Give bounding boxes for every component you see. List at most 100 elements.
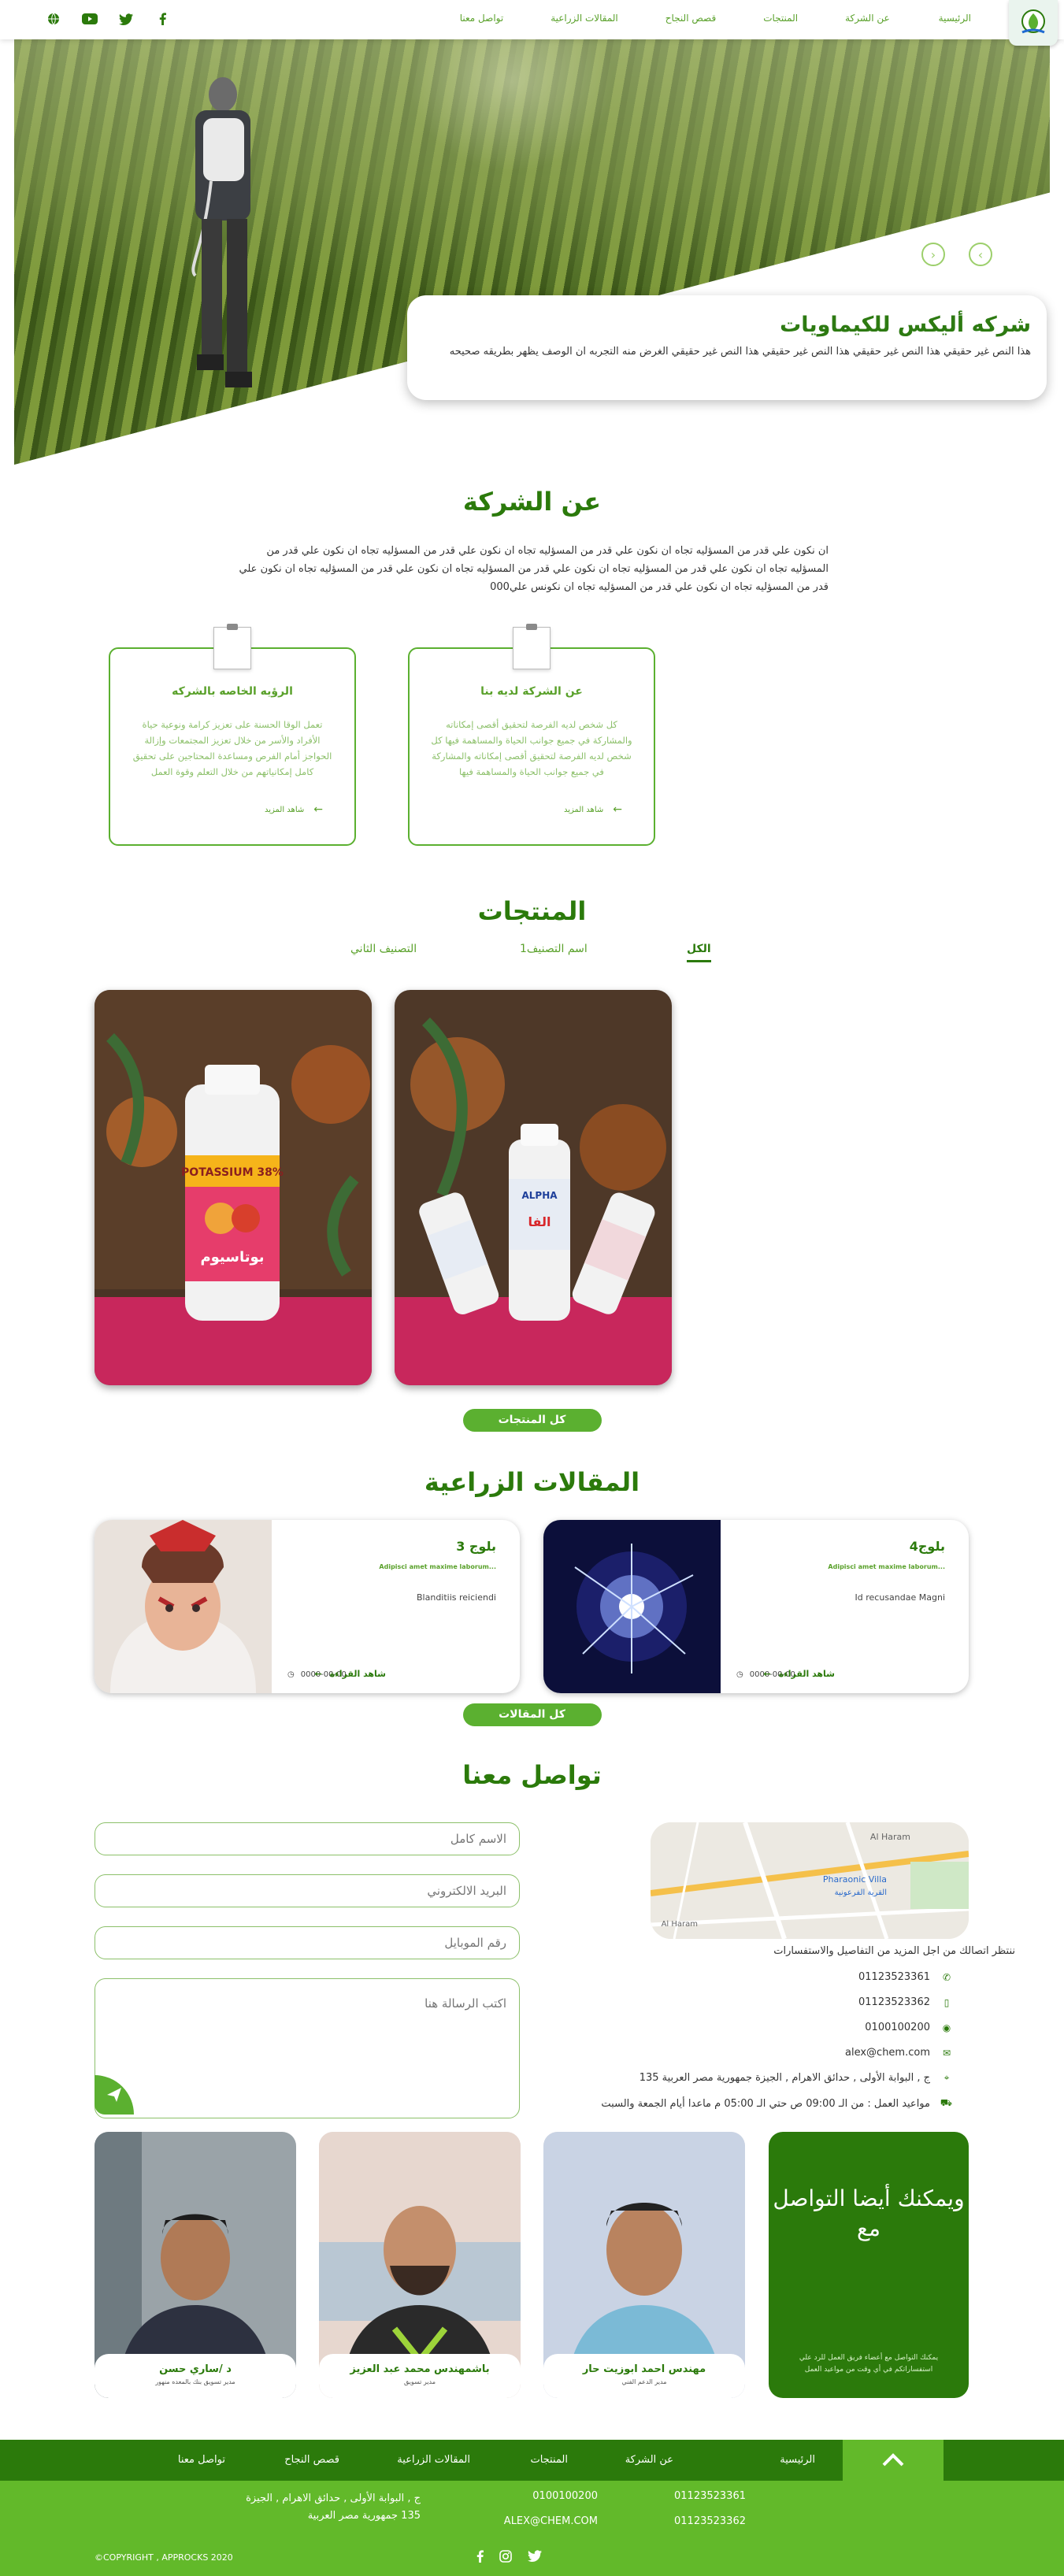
about-card: عن الشركة لديه بنا كل شخص لديه الفرصة لت…	[408, 624, 655, 846]
all-products-button[interactable]: كل المنتجات	[462, 1409, 602, 1432]
email-line: ✉ alex@chem.com	[845, 2047, 952, 2059]
blog-image-energy	[543, 1520, 721, 1693]
main-nav: الرئيسية عن الشركة المنتجات قصص النجاح ا…	[460, 11, 971, 25]
arrow-left-icon: ←	[613, 803, 622, 816]
member-role: مدير تسويق	[403, 2378, 436, 2385]
top-navbar: الرئيسية عن الشركة المنتجات قصص النجاح ا…	[0, 0, 1064, 46]
map-label: Pharaonic Villa	[823, 1874, 887, 1885]
arrow-left-icon: ←	[763, 1669, 771, 1679]
vision-card-text: تعمل الوقا الحسنة على تعزيز كرامة ونوعية…	[132, 719, 332, 777]
tab-all[interactable]: الكل	[687, 943, 711, 962]
nav-products[interactable]: المنتجات	[763, 11, 798, 25]
about-more-label: شاهد المزيد	[563, 805, 604, 814]
phone-line-1: ✆ 01123523361	[858, 1971, 952, 1983]
team-member-card[interactable]: مهندس احمد ابوزيت حار مدير الدعم الفني	[543, 2132, 745, 2398]
tab-category-1[interactable]: اسم التصنيف1	[520, 943, 588, 960]
nav-success-stories[interactable]: قصص النجاح	[665, 11, 716, 25]
about-more-link[interactable]: ← شاهد المزيد	[564, 803, 622, 816]
hero-farmer-figure	[191, 77, 252, 387]
twitter-icon[interactable]	[528, 2550, 542, 2566]
facebook-icon[interactable]	[476, 2550, 484, 2566]
arrow-left-icon: ←	[313, 803, 323, 816]
vision-card: الرؤيه الخاصه بالشركه تعمل الوقا الحسنة …	[109, 624, 356, 846]
footer-phone-2[interactable]: 01123523362	[674, 2515, 746, 2527]
hero-text: هذا النص غير حقيقي هذا النص غير حقيقي هذ…	[449, 346, 1031, 358]
blog-card[interactable]: بلوج4 Adipisci amet maxime laborum... Id…	[543, 1520, 969, 1693]
youtube-icon[interactable]	[82, 11, 98, 27]
clipboard-icon	[213, 624, 251, 669]
product-label-en: POTASSIUM 38%	[181, 1166, 284, 1179]
facebook-icon[interactable]	[154, 11, 170, 27]
product-card[interactable]: ALPHA الفا	[395, 990, 672, 1385]
clipboard-icon	[513, 624, 551, 669]
footer-address: ج , البوابة الأولى , حدائق الاهرام , الج…	[246, 2493, 421, 2522]
instagram-icon[interactable]	[499, 2550, 512, 2566]
blog-subtitle: Adipisci amet maxime laborum...	[828, 1563, 945, 1570]
email-field[interactable]	[95, 1874, 520, 1907]
contact-intro: ننتظر اتصالك من اجل المزيد من التفاصيل و…	[773, 1945, 1015, 1957]
hero-banner: ‹ › شركه أليكس للكيماويات هذا النص غير ح…	[0, 39, 1064, 465]
paper-plane-icon	[107, 2088, 121, 2102]
mobile-field[interactable]	[95, 1926, 520, 1959]
name-field[interactable]	[95, 1822, 520, 1855]
message-field[interactable]	[95, 1978, 520, 2118]
location-map[interactable]: Al Haram Pharaonic Villa القرية الفرعوني…	[651, 1822, 969, 1939]
footer-nav-about[interactable]: عن الشركة	[625, 2454, 673, 2466]
arrow-left-icon: ←	[314, 1669, 322, 1679]
about-text: ان نكون علي قدر من المسؤليه تجاه ان نكون…	[239, 545, 829, 593]
blog-excerpt: Id recusandae Magni	[855, 1592, 945, 1603]
map-image: Al Haram Pharaonic Villa القرية الفرعوني…	[651, 1822, 969, 1939]
whatsapp-icon: ◉	[942, 2022, 951, 2033]
phone-2[interactable]: 01123523362	[858, 1996, 930, 2008]
product-card[interactable]: POTASSIUM 38% بوتاسيوم	[95, 990, 372, 1385]
tab-category-2[interactable]: التصنيف الثاني	[350, 943, 417, 960]
member-name: د /ساري حسن	[159, 2363, 232, 2375]
back-to-top-button[interactable]	[843, 2440, 944, 2481]
twitter-icon[interactable]	[118, 11, 134, 27]
hero-next-arrow[interactable]: ›	[969, 243, 992, 266]
footer-nav-contact[interactable]: تواصل معنا	[178, 2454, 225, 2466]
nav-contact[interactable]: تواصل معنا	[460, 11, 503, 25]
nav-about[interactable]: عن الشركة	[845, 11, 890, 25]
member-role: مدير الدعم الفني	[621, 2378, 667, 2385]
contact-title: تواصل معنا	[462, 1760, 602, 1790]
map-label: Al Haram	[870, 1832, 910, 1842]
blog-read-link[interactable]: شاهد القراءة ←	[763, 1669, 835, 1679]
about-title: عن الشركة	[462, 487, 602, 517]
phone-3[interactable]: 0100100200	[865, 2022, 930, 2033]
product-image-potassium: POTASSIUM 38% بوتاسيوم	[95, 990, 372, 1385]
footer-nav-success[interactable]: قصص النجاح	[284, 2454, 339, 2466]
blog-read-label: شاهد القراءة	[329, 1669, 386, 1679]
blog-card[interactable]: بلوج 3 Adipisci amet maxime laborum... B…	[95, 1520, 520, 1693]
footer-phone-3[interactable]: 0100100200	[532, 2490, 598, 2502]
address-value: ج , البوابة الأولى , حدائق الاهرام , الج…	[639, 2072, 930, 2084]
member-name: مهندس احمد ابوزيت حار	[582, 2363, 706, 2375]
vision-card-title: الرؤيه الخاصه بالشركه	[172, 685, 293, 698]
footer-nav: الرئيسية عن الشركة المنتجات المقالات الز…	[0, 2440, 1064, 2481]
footer-social	[476, 2550, 542, 2566]
email-value[interactable]: alex@chem.com	[845, 2047, 930, 2059]
footer-nav-home[interactable]: الرئيسية	[780, 2454, 815, 2466]
phone-1[interactable]: 01123523361	[858, 1971, 930, 1983]
hero-prev-arrow[interactable]: ‹	[921, 243, 945, 266]
globe-icon[interactable]	[46, 11, 61, 27]
team-member-card[interactable]: د /ساري حسن مدير تسويق بنك بالمعده منهور	[95, 2132, 296, 2398]
footer-phone-1[interactable]: 01123523361	[674, 2490, 746, 2502]
footer-nav-articles[interactable]: المقالات الزراعية	[397, 2454, 470, 2466]
company-logo[interactable]	[1009, 0, 1058, 46]
nav-articles[interactable]: المقالات الزراعية	[551, 11, 618, 25]
team-member-card[interactable]: باشمهندس محمد عبد العزيز مدير تسويق	[319, 2132, 521, 2398]
team-intro-card: ويمكنك أيضا التواصل مع يمكنك التواصل مع …	[769, 2132, 969, 2398]
nav-home[interactable]: الرئيسية	[939, 11, 971, 25]
footer-email[interactable]: ALEX@CHEM.COM	[504, 2515, 598, 2527]
phone-line-2: ▯ 01123523362	[858, 1996, 952, 2008]
member-role: مدير تسويق بنك بالمعده منهور	[155, 2378, 235, 2385]
blog-title: بلوج4	[909, 1539, 945, 1554]
blog-read-link[interactable]: شاهد القراءة ←	[314, 1669, 386, 1679]
copyright: ©COPYRIGHT , APPROCKS 2020	[95, 2552, 233, 2563]
all-articles-button[interactable]: كل المقالات	[462, 1703, 602, 1726]
about-card-text: كل شخص لديه الفرصة لتحقيق أقصى إمكاناته …	[431, 719, 632, 777]
blog-title: بلوج 3	[456, 1539, 496, 1554]
vision-more-link[interactable]: ← شاهد المزيد	[265, 803, 323, 816]
footer-nav-products[interactable]: المنتجات	[530, 2454, 568, 2466]
